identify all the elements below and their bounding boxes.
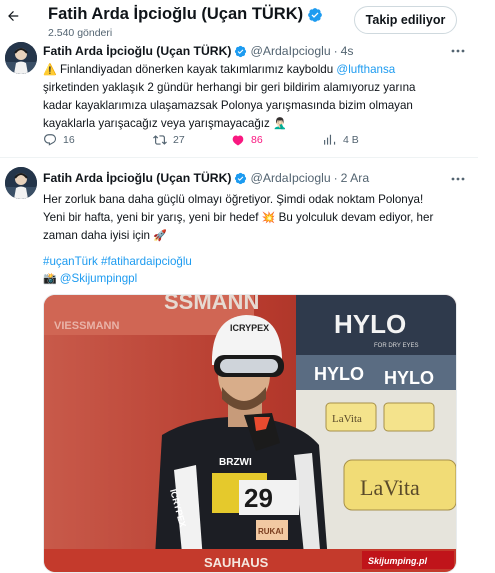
view-count: 4 B (343, 134, 359, 146)
back-button[interactable] (4, 7, 22, 25)
hashtag-links[interactable]: #uçanTürk #fatihardaipcioğlu (43, 253, 192, 271)
banner-text: VIESSMANN (54, 320, 119, 332)
tweet-text: ⚠️ Finlandiyadan dönerken kayak takımlar… (43, 61, 463, 133)
ski-jumper-photo-icon: VIESSMANN SSMANN HYLO FOR DRY EYES HYLO … (44, 295, 456, 572)
avatar-photo-icon (5, 42, 37, 74)
tweet-text-line: Yeni bir hafta, yeni bir yarış, yeni bir… (43, 211, 259, 224)
retweet-icon (153, 135, 167, 145)
collision-icon: 💥 (261, 211, 276, 224)
avatar-photo-icon (5, 167, 37, 199)
like-button[interactable]: 86 (231, 133, 263, 147)
verified-badge-icon (308, 7, 323, 22)
rocket-icon: 🚀 (153, 229, 167, 242)
sponsor-hylo-3: HYLO (384, 368, 434, 388)
photo-credit: 📸 @Skijumpingpl (43, 270, 137, 288)
sponsor-lavita-small: LaVita (332, 413, 362, 425)
author-name[interactable]: Fatih Arda İpcioğlu (Uçan TÜRK) (43, 44, 231, 58)
tweet[interactable]: Fatih Arda İpcioğlu (Uçan TÜRK) @ArdaIpc… (0, 158, 478, 573)
more-dots-icon (451, 49, 465, 53)
retweet-count: 27 (173, 134, 185, 146)
sponsor-hylo-1: HYLO (334, 309, 406, 339)
tweet-header: Fatih Arda İpcioğlu (Uçan TÜRK) @ArdaIpc… (43, 171, 369, 185)
profile-name: Fatih Arda İpcioğlu (Uçan TÜRK) (48, 5, 304, 23)
svg-text:ICRYPEX: ICRYPEX (230, 323, 269, 333)
tweet-time[interactable]: 2 Ara (341, 171, 369, 185)
svg-text:SSMANN: SSMANN (164, 295, 259, 314)
author-name[interactable]: Fatih Arda İpcioğlu (Uçan TÜRK) (43, 171, 231, 185)
tweet-text-line: Bu yolculuk devam ediyor, her (278, 211, 434, 224)
tweet-time[interactable]: 4s (341, 44, 354, 58)
separator-dot: · (333, 171, 338, 185)
sponsor-hylo-2: HYLO (314, 364, 364, 384)
reply-icon (44, 134, 57, 146)
profile-header: Fatih Arda İpcioğlu (Uçan TÜRK) 2.540 gö… (0, 0, 478, 40)
facepalm-icon: 🤦🏻‍♂️ (273, 117, 287, 130)
retweet-button[interactable]: 27 (153, 133, 185, 147)
tweet-header: Fatih Arda İpcioğlu (Uçan TÜRK) @ArdaIpc… (43, 44, 354, 58)
like-count: 86 (251, 134, 263, 146)
tweet-text: Her zorluk bana daha güçlü olmayı öğreti… (43, 191, 463, 245)
tweet[interactable]: Fatih Arda İpcioğlu (Uçan TÜRK) @ArdaIpc… (0, 40, 478, 158)
following-button[interactable]: Takip ediliyor (354, 6, 457, 34)
arrow-left-icon (8, 11, 19, 21)
more-dots-icon (451, 177, 465, 181)
suit-brand: BRZWI (219, 457, 252, 468)
tweet-actions: 16 27 86 4 B (43, 133, 463, 151)
tweet-text-line: Her zorluk bana daha güçlü olmayı öğreti… (43, 193, 424, 206)
tweet-image[interactable]: VIESSMANN SSMANN HYLO FOR DRY EYES HYLO … (43, 294, 457, 573)
tweet-text-line: kadar kayaklarımıza ulaşamazsak Polonya … (43, 99, 413, 112)
tweet-text-line: şirketinden yaklaşık 2 gündür herhangi b… (43, 81, 416, 94)
verified-badge-icon (235, 45, 247, 57)
profile-title: Fatih Arda İpcioğlu (Uçan TÜRK) (48, 5, 323, 24)
verified-badge-icon (235, 172, 247, 184)
bottom-banner-text: SAUHAUS (204, 555, 269, 570)
views-chart-icon (324, 134, 336, 145)
photo-watermark: Skijumping.pl (368, 556, 428, 566)
tweet-text-line: kayaklarla yarışacağız veya yarışmayacağ… (43, 117, 270, 130)
post-count: 2.540 gönderi (48, 27, 113, 39)
reply-count: 16 (63, 134, 75, 146)
tweet-text-line: zaman daha iyisi için (43, 229, 150, 242)
mention-link[interactable]: @lufthansa (336, 63, 395, 76)
author-handle[interactable]: @ArdaIpcioglu (250, 44, 330, 58)
camera-icon: 📸 (43, 272, 57, 285)
avatar[interactable] (5, 167, 37, 199)
heart-filled-icon (232, 135, 244, 146)
more-options-button[interactable] (450, 46, 466, 56)
mention-link[interactable]: @Skijumpingpl (60, 270, 138, 288)
separator-dot: · (333, 44, 338, 58)
svg-text:29: 29 (244, 483, 273, 513)
sponsor-hylo-tagline: FOR DRY EYES (374, 343, 418, 349)
more-options-button[interactable] (450, 174, 466, 184)
views-button[interactable]: 4 B (323, 133, 359, 147)
warning-icon: ⚠️ (43, 63, 57, 76)
avatar[interactable] (5, 42, 37, 74)
suit-brand-rukai: RUKAI (258, 527, 283, 536)
tweet-text-line: Finlandiyadan dönerken kayak takımlarımı… (59, 63, 334, 76)
sponsor-lavita-large: LaVita (360, 475, 420, 500)
author-handle[interactable]: @ArdaIpcioglu (250, 171, 330, 185)
reply-button[interactable]: 16 (43, 133, 75, 147)
